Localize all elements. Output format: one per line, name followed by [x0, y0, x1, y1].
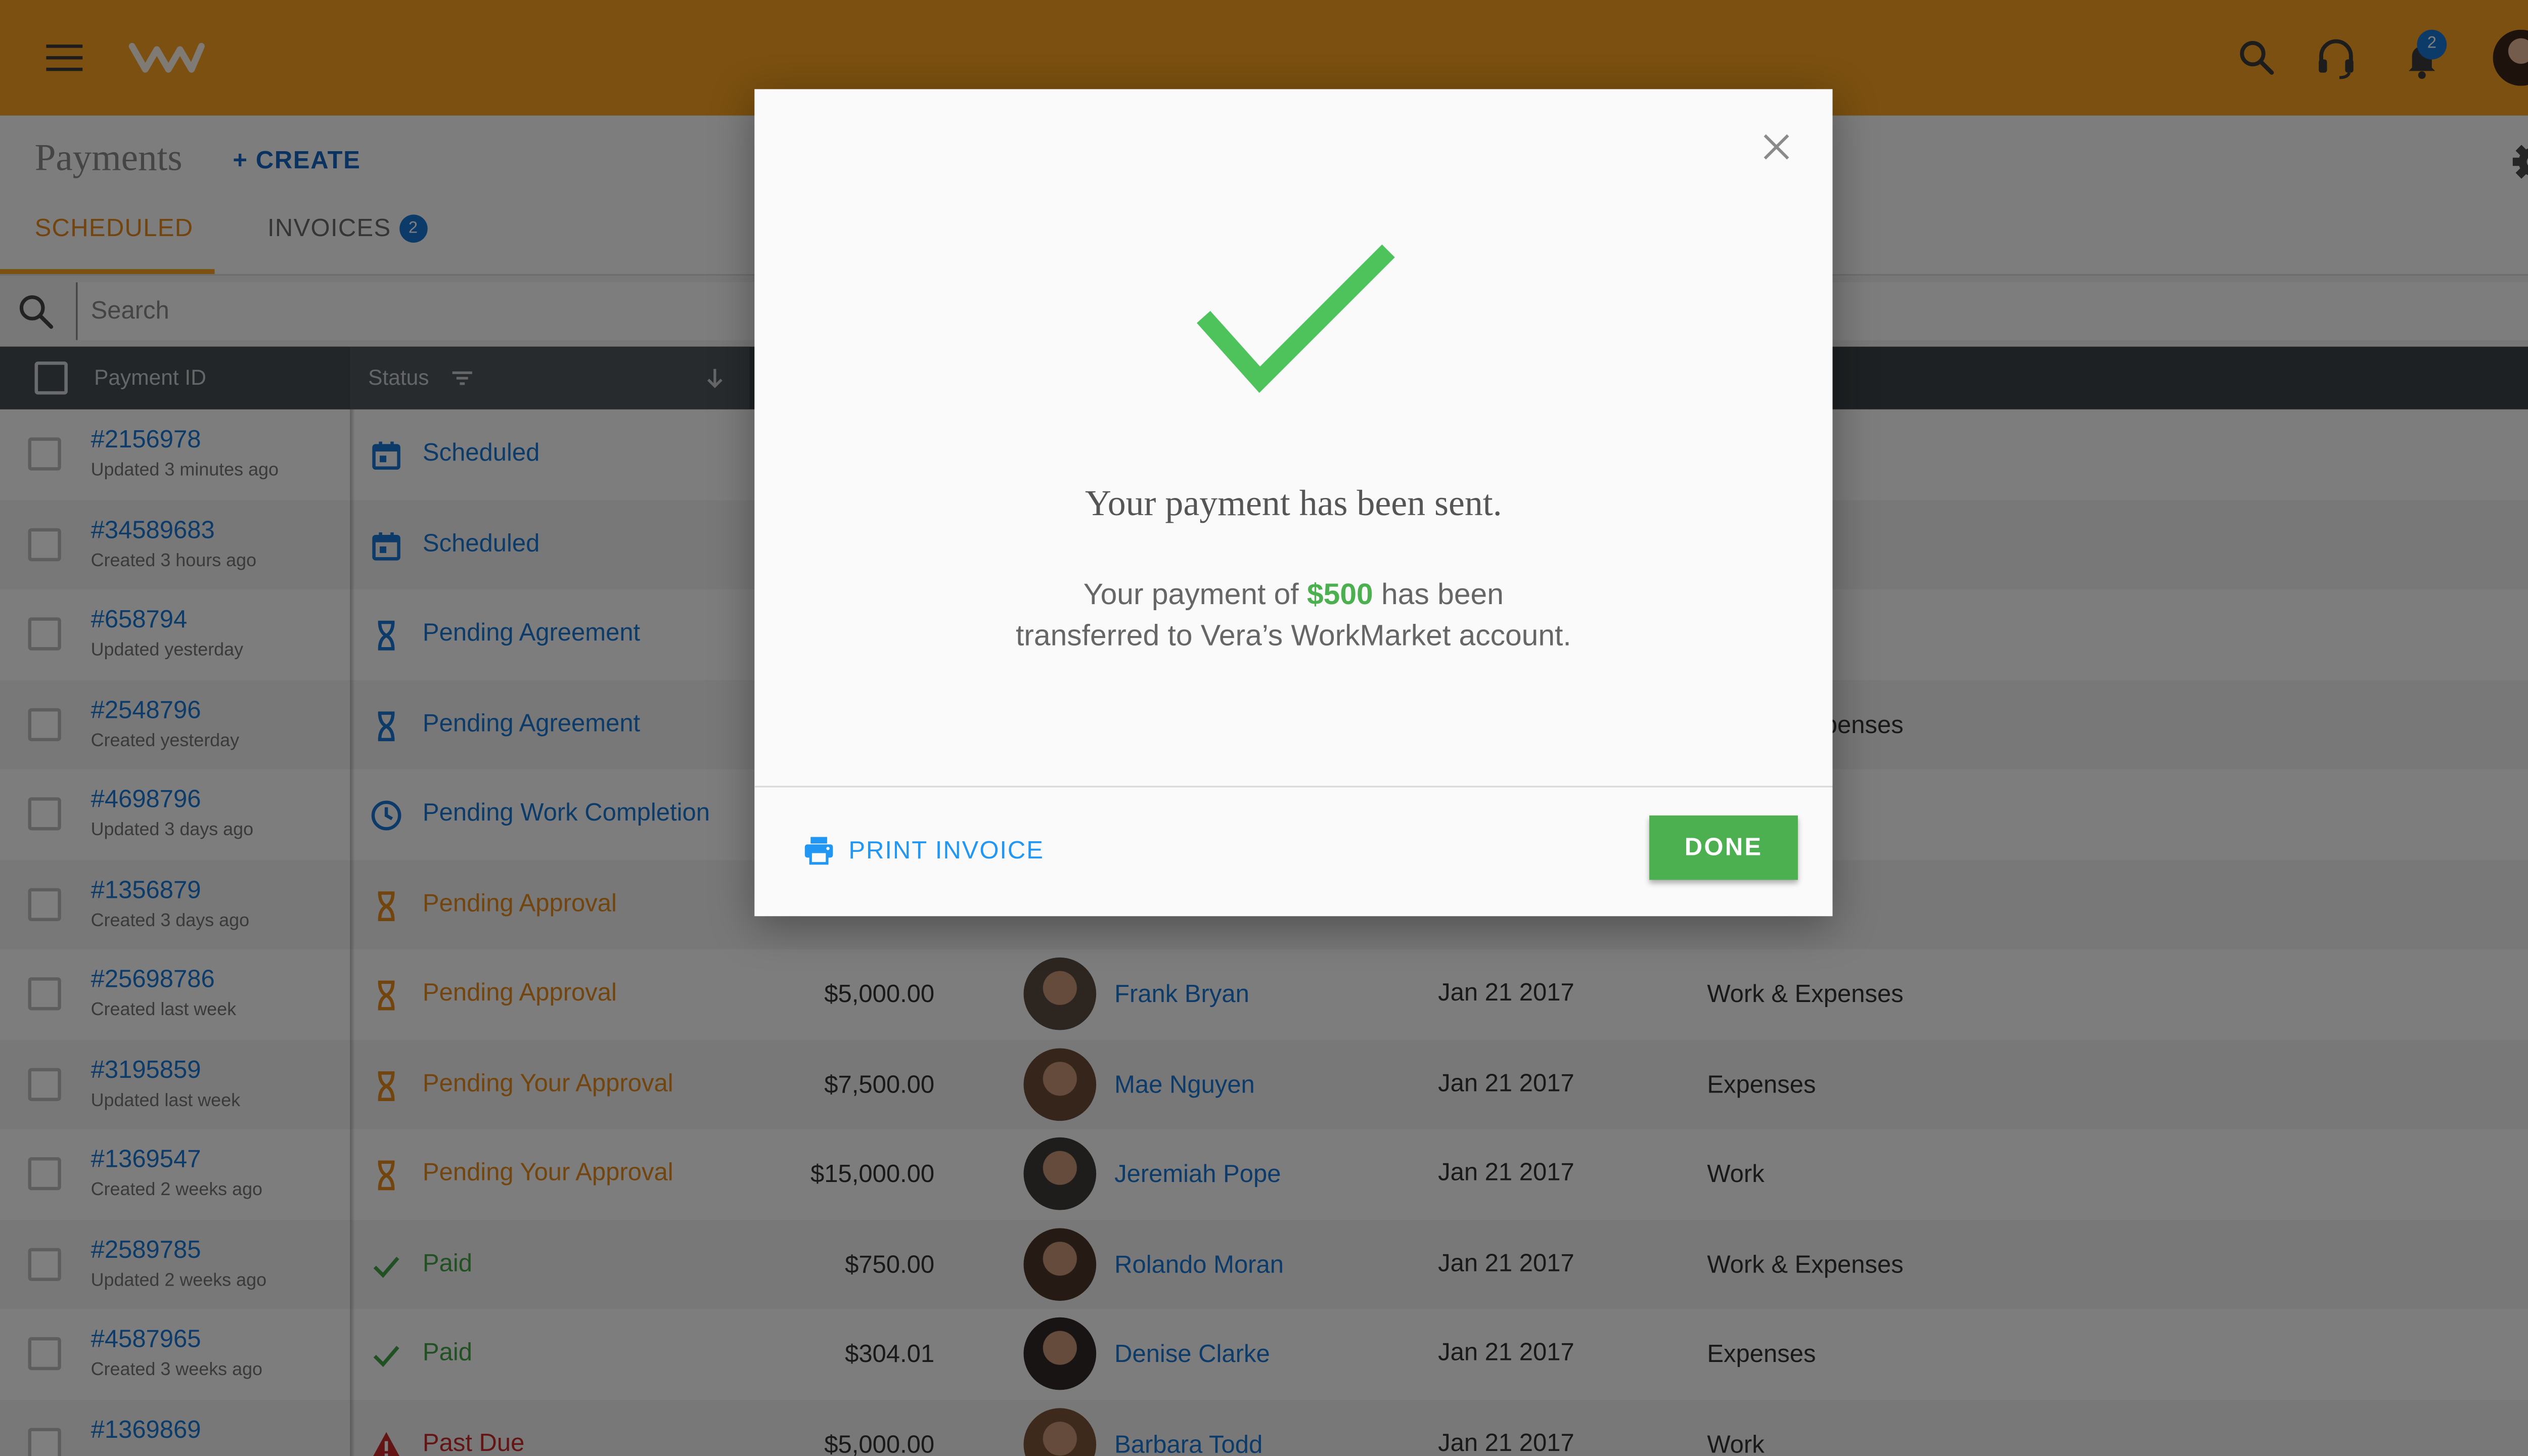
success-check-icon — [1197, 244, 1395, 393]
payment-amount: $500 — [1306, 577, 1373, 611]
message-line-2: transferred to Vera’s WorkMarket account… — [1015, 619, 1571, 652]
message-suffix: has been — [1373, 577, 1504, 611]
print-invoice-label: PRINT INVOICE — [848, 836, 1044, 864]
close-icon[interactable] — [1758, 129, 1795, 165]
print-invoice-button[interactable]: PRINT INVOICE — [802, 830, 1044, 870]
dialog-divider — [754, 786, 1833, 788]
dialog-message: Your payment of $500 has been transferre… — [754, 574, 1832, 657]
printer-icon — [804, 837, 833, 865]
payment-sent-dialog: Your payment has been sent. Your payment… — [754, 89, 1833, 917]
message-prefix: Your payment of — [1083, 577, 1307, 611]
done-button[interactable]: DONE — [1649, 815, 1798, 880]
dialog-title: Your payment has been sent. — [1085, 482, 1502, 524]
